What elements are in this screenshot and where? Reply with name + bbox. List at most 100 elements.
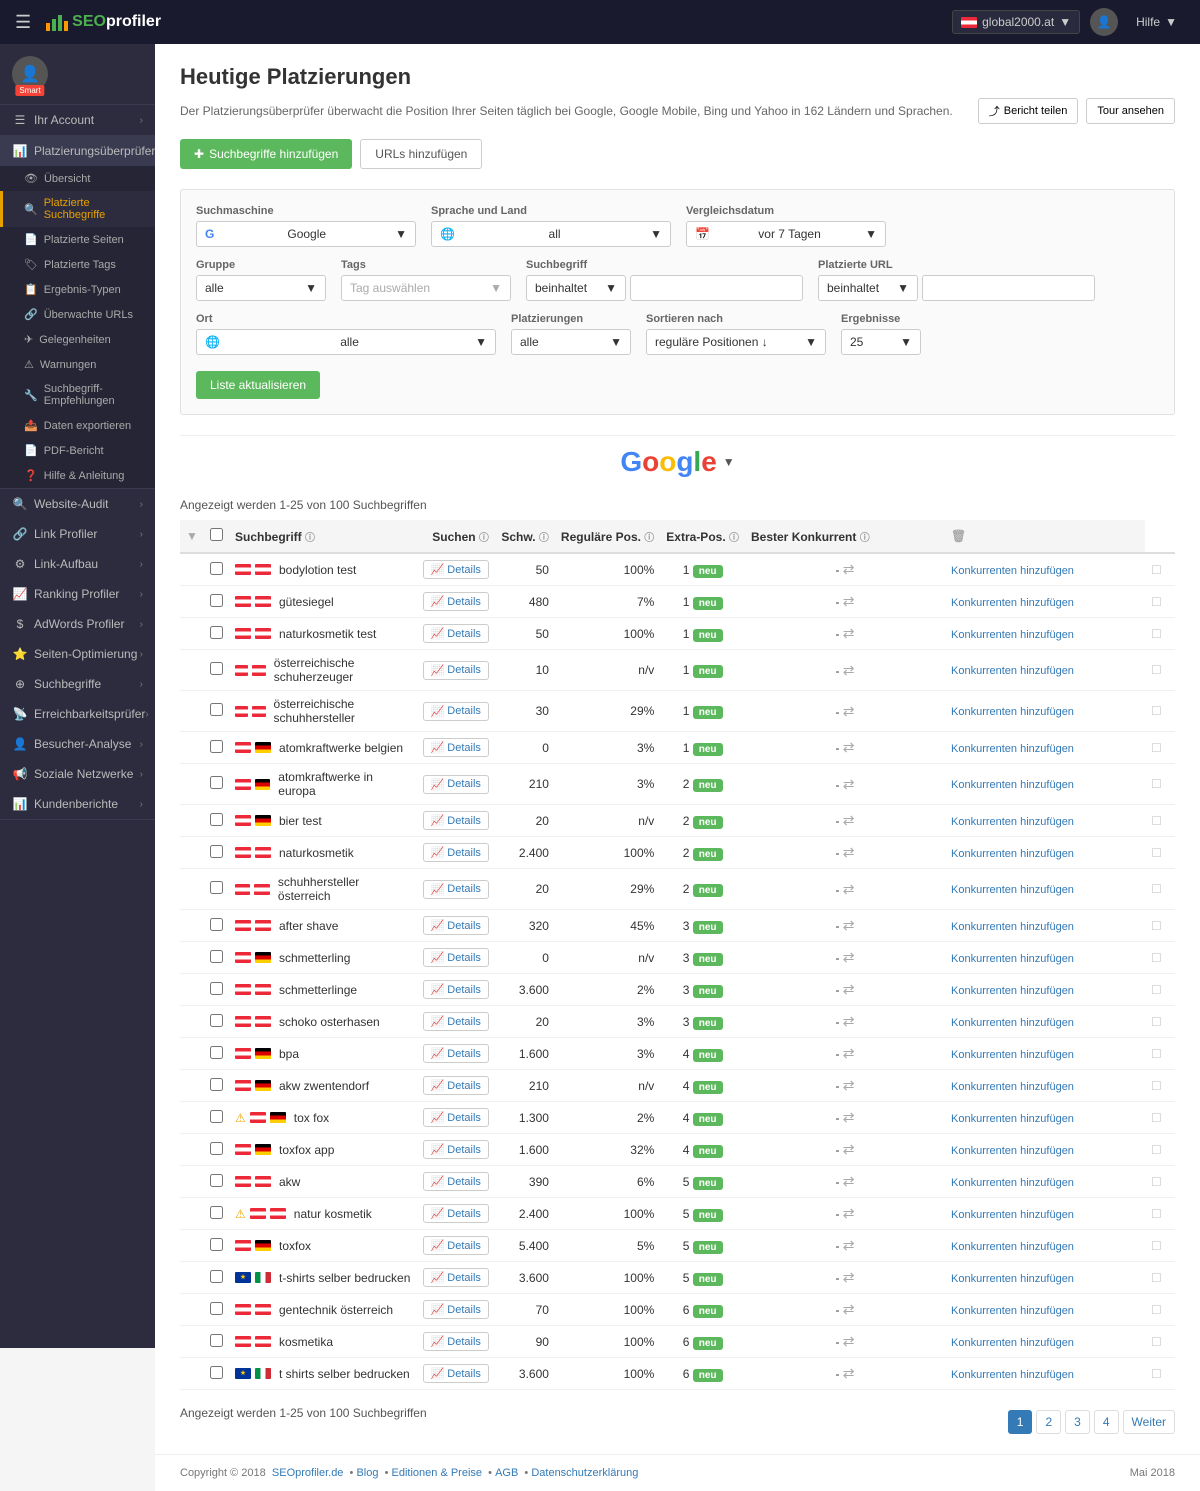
details-button[interactable]: 📈 Details [423, 624, 489, 643]
add-competitor-link[interactable]: Konkurrenten hinzufügen [951, 1017, 1074, 1029]
delete-icon[interactable]: ☐ [1151, 1175, 1162, 1189]
row-checkbox[interactable] [210, 703, 223, 716]
row-checkbox[interactable] [210, 594, 223, 607]
th-delete[interactable]: 🗑 [945, 520, 1145, 553]
row-checkbox[interactable] [210, 626, 223, 639]
delete-icon[interactable]: ☐ [1151, 627, 1162, 641]
add-competitor-link[interactable]: Konkurrenten hinzufügen [951, 706, 1074, 718]
row-checkbox[interactable] [210, 982, 223, 995]
share-report-button[interactable]: ⤴ Bericht teilen [978, 98, 1079, 124]
add-competitor-link[interactable]: Konkurrenten hinzufügen [951, 848, 1074, 860]
sidebar-item-seiten-optimierung[interactable]: ⭐ Seiten-Optimierung › [0, 639, 155, 669]
row-checkbox[interactable] [210, 562, 223, 575]
details-button[interactable]: 📈 Details [423, 1172, 489, 1191]
details-button[interactable]: 📈 Details [423, 843, 489, 862]
add-competitor-link[interactable]: Konkurrenten hinzufügen [951, 1369, 1074, 1381]
footer-link-seoprofilerde[interactable]: SEOprofiler.de [272, 1467, 344, 1479]
row-checkbox[interactable] [210, 1366, 223, 1379]
delete-icon[interactable]: ☐ [1151, 777, 1162, 791]
row-checkbox[interactable] [210, 1046, 223, 1059]
delete-icon[interactable]: ☐ [1151, 1207, 1162, 1221]
row-checkbox[interactable] [210, 918, 223, 931]
sprache-select[interactable]: 🌐 all ▼ [431, 221, 671, 247]
details-button[interactable]: 📈 Details [423, 738, 489, 757]
delete-icon[interactable]: ☐ [1151, 1079, 1162, 1093]
suchmaschine-select[interactable]: G Google ▼ [196, 221, 416, 247]
sidebar-item-ihr-account[interactable]: ☰ Ihr Account › [0, 105, 155, 135]
sidebar-item-soziale-netzwerke[interactable]: 📢 Soziale Netzwerke › [0, 759, 155, 789]
gruppe-select[interactable]: alle ▼ [196, 275, 326, 301]
add-competitor-link[interactable]: Konkurrenten hinzufügen [951, 1177, 1074, 1189]
page-btn-4[interactable]: 4 [1094, 1410, 1119, 1434]
site-selector[interactable]: global2000.at ▼ [952, 10, 1080, 34]
delete-icon[interactable]: ☐ [1151, 1367, 1162, 1381]
delete-icon[interactable]: ☐ [1151, 663, 1162, 677]
row-checkbox[interactable] [210, 740, 223, 753]
row-checkbox[interactable] [210, 1334, 223, 1347]
details-button[interactable]: 📈 Details [423, 1236, 489, 1255]
details-button[interactable]: 📈 Details [423, 811, 489, 830]
update-list-button[interactable]: Liste aktualisieren [196, 371, 320, 399]
add-competitor-link[interactable]: Konkurrenten hinzufügen [951, 921, 1074, 933]
add-competitor-link[interactable]: Konkurrenten hinzufügen [951, 1305, 1074, 1317]
sidebar-item-link-profiler[interactable]: 🔗 Link Profiler › [0, 519, 155, 549]
details-button[interactable]: 📈 Details [423, 1268, 489, 1287]
row-checkbox[interactable] [210, 1174, 223, 1187]
details-button[interactable]: 📈 Details [423, 702, 489, 721]
sidebar-item-platzierte-suchbegriffe[interactable]: 🔍 Platzierte Suchbegriffe [0, 191, 155, 227]
add-competitor-link[interactable]: Konkurrenten hinzufügen [951, 1273, 1074, 1285]
user-avatar[interactable]: 👤 [1090, 8, 1118, 36]
add-competitor-link[interactable]: Konkurrenten hinzufügen [951, 953, 1074, 965]
delete-icon[interactable]: ☐ [1151, 1335, 1162, 1349]
delete-icon[interactable]: ☐ [1151, 1303, 1162, 1317]
add-competitor-link[interactable]: Konkurrenten hinzufügen [951, 1113, 1074, 1125]
sidebar-item-hilfe-anleitung[interactable]: ❓ Hilfe & Anleitung [0, 463, 155, 488]
add-terms-button[interactable]: ✚ Suchbegriffe hinzufügen [180, 139, 352, 169]
sidebar-item-gelegenheiten[interactable]: ✈ Gelegenheiten [0, 327, 155, 352]
page-btn-1[interactable]: 1 [1008, 1410, 1033, 1434]
add-competitor-link[interactable]: Konkurrenten hinzufügen [951, 884, 1074, 896]
row-checkbox[interactable] [210, 1270, 223, 1283]
sidebar-item-ergebnis-typen[interactable]: 📋 Ergebnis-Typen [0, 277, 155, 302]
add-competitor-link[interactable]: Konkurrenten hinzufügen [951, 629, 1074, 641]
delete-icon[interactable]: ☐ [1151, 1111, 1162, 1125]
sidebar-item-besucher-analyse[interactable]: 👤 Besucher-Analyse › [0, 729, 155, 759]
row-checkbox[interactable] [210, 881, 223, 894]
row-checkbox[interactable] [210, 1238, 223, 1251]
sidebar-item-website-audit[interactable]: 🔍 Website-Audit › [0, 489, 155, 519]
details-button[interactable]: 📈 Details [423, 948, 489, 967]
help-button[interactable]: Hilfe ▼ [1128, 11, 1185, 33]
add-competitor-link[interactable]: Konkurrenten hinzufügen [951, 665, 1074, 677]
add-urls-button[interactable]: URLs hinzufügen [360, 139, 482, 169]
add-competitor-link[interactable]: Konkurrenten hinzufügen [951, 1081, 1074, 1093]
details-button[interactable]: 📈 Details [423, 560, 489, 579]
tags-select[interactable]: Tag auswählen ▼ [341, 275, 511, 301]
delete-icon[interactable]: ☐ [1151, 983, 1162, 997]
delete-icon[interactable]: ☐ [1151, 741, 1162, 755]
footer-link-datenschutz[interactable]: Datenschutzerklärung [531, 1467, 638, 1479]
row-checkbox[interactable] [210, 1142, 223, 1155]
page-btn-2[interactable]: 2 [1036, 1410, 1061, 1434]
delete-icon[interactable]: ☐ [1151, 882, 1162, 896]
th-checkbox[interactable] [204, 520, 229, 553]
add-competitor-link[interactable]: Konkurrenten hinzufügen [951, 816, 1074, 828]
details-button[interactable]: 📈 Details [423, 1076, 489, 1095]
delete-icon[interactable]: ☐ [1151, 1015, 1162, 1029]
add-competitor-link[interactable]: Konkurrenten hinzufügen [951, 1145, 1074, 1157]
add-competitor-link[interactable]: Konkurrenten hinzufügen [951, 1241, 1074, 1253]
add-competitor-link[interactable]: Konkurrenten hinzufügen [951, 1049, 1074, 1061]
row-checkbox[interactable] [210, 1014, 223, 1027]
add-competitor-link[interactable]: Konkurrenten hinzufügen [951, 565, 1074, 577]
sidebar-item-warnungen[interactable]: ⚠ Warnungen [0, 352, 155, 377]
sidebar-item-uberwachte-urls[interactable]: 🔗 Überwachte URLs [0, 302, 155, 327]
platzierungen-select[interactable]: alle ▼ [511, 329, 631, 355]
page-btn-next[interactable]: Weiter [1123, 1410, 1175, 1434]
ort-select[interactable]: 🌐 alle ▼ [196, 329, 496, 355]
add-competitor-link[interactable]: Konkurrenten hinzufügen [951, 597, 1074, 609]
row-checkbox[interactable] [210, 1302, 223, 1315]
details-button[interactable]: 📈 Details [423, 1012, 489, 1031]
footer-link-editionen[interactable]: Editionen & Preise [392, 1467, 483, 1479]
add-competitor-link[interactable]: Konkurrenten hinzufügen [951, 1209, 1074, 1221]
th-sort[interactable]: ▼ [180, 520, 204, 553]
add-competitor-link[interactable]: Konkurrenten hinzufügen [951, 985, 1074, 997]
